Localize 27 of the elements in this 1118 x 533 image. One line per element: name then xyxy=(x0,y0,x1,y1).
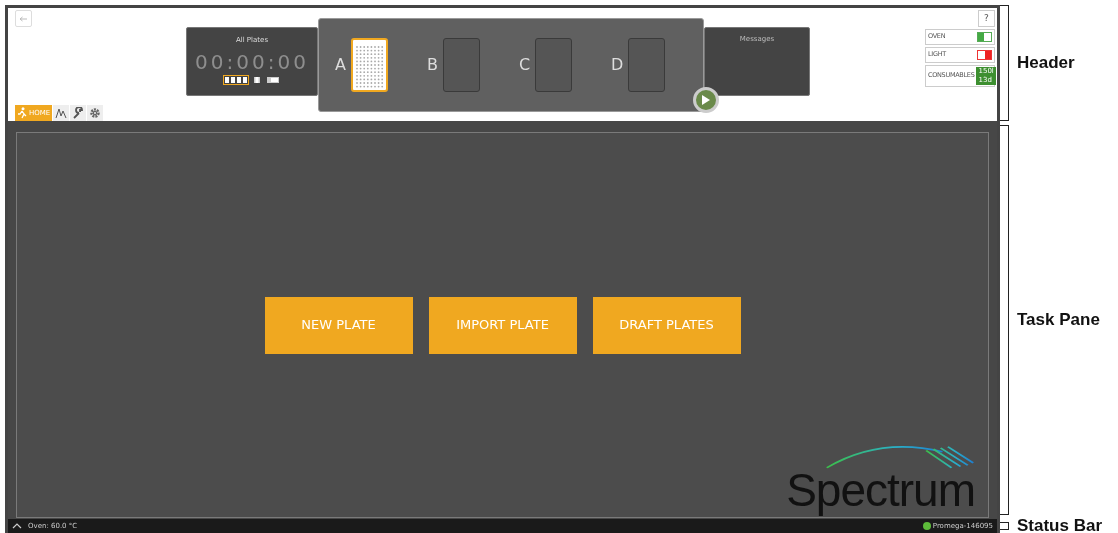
callout-label: Header xyxy=(1017,52,1075,75)
wrench-tab[interactable] xyxy=(70,105,87,121)
plate-slot-label: B xyxy=(427,54,438,76)
chevron-up-icon[interactable] xyxy=(12,523,22,529)
arc-logo-icon xyxy=(825,443,975,470)
split-view-button[interactable] xyxy=(265,74,281,85)
task-button[interactable]: IMPORT PLATE xyxy=(428,296,577,354)
single-panel-view-button[interactable] xyxy=(252,74,262,85)
settings-tab[interactable] xyxy=(87,105,104,121)
status-dot-icon xyxy=(922,522,931,530)
running-figure-icon xyxy=(17,107,27,119)
four-panel-view-button[interactable] xyxy=(223,74,249,85)
task-button[interactable]: DRAFT PLATES xyxy=(592,296,741,354)
loaded-plate[interactable] xyxy=(350,38,388,92)
plate-slot-label: A xyxy=(335,54,346,76)
timer-readout: 00:00:00 xyxy=(195,51,309,72)
play-button[interactable] xyxy=(693,87,719,113)
callout-label: Task Pane xyxy=(1017,309,1100,332)
peak-chart-tab[interactable] xyxy=(53,105,70,121)
back-arrow-icon xyxy=(19,15,28,22)
bracket xyxy=(1000,522,1009,530)
play-icon xyxy=(701,94,711,106)
plate-slot-label: C xyxy=(519,54,531,76)
task-button[interactable]: NEW PLATE xyxy=(264,296,413,354)
plate-slot-label: D xyxy=(611,54,624,76)
callout-label: Status Bar xyxy=(1017,519,1103,533)
help-button[interactable]: ? xyxy=(978,10,995,27)
